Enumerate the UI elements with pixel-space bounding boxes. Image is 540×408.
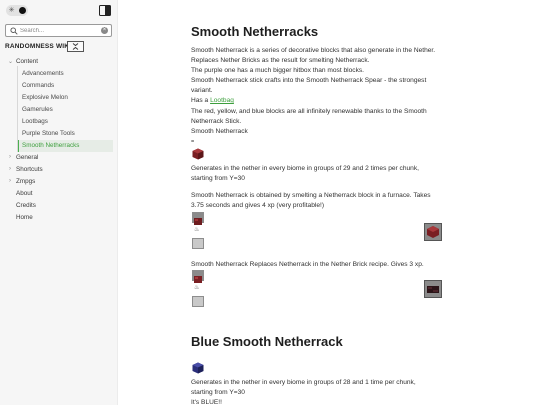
theme-toggle[interactable]: ✳ (6, 5, 28, 16)
input-slot (192, 212, 204, 225)
input-slot-2 (192, 270, 204, 283)
smooth-netherrack-block-image (192, 148, 204, 160)
generation-line-1: Generates in the nether in every biome i… (191, 165, 419, 172)
nav-smooth-netherracks[interactable]: Smooth Netherracks (22, 142, 79, 149)
nav-shortcuts[interactable]: Shortcuts (16, 166, 43, 173)
clear-icon[interactable]: × (101, 27, 108, 34)
sidebar: ✳ × RANDOMNESS WIKI ⌄ Content Advancemen… (0, 0, 118, 405)
intro-line-5: variant. (191, 87, 213, 94)
nav-commands[interactable]: Commands (22, 82, 54, 89)
search-icon (10, 27, 18, 35)
nav-advancements[interactable]: Advancements (22, 70, 64, 77)
nav-general[interactable]: General (16, 154, 38, 161)
section-title-blue: Blue Smooth Netherrack (191, 334, 343, 349)
collapse-icon (72, 43, 79, 50)
lootbag-link[interactable]: Lootbag (210, 97, 234, 104)
intro-line-3: The purple one has a much bigger hitbox … (191, 67, 365, 74)
nav-about[interactable]: About (16, 190, 32, 197)
output-slot-2 (424, 280, 442, 298)
flame-icon: ♨ (194, 227, 200, 233)
chevron-right-icon[interactable]: › (9, 178, 11, 184)
intro-line-4: Smooth Netherrack stick crafts into the … (191, 77, 427, 84)
obtained-line-1: Smooth Netherrack is obtained by smeltin… (191, 192, 431, 199)
replaces-line: Smooth Netherrack Replaces Netherrack in… (191, 261, 424, 268)
nav-home[interactable]: Home (16, 214, 33, 221)
block-name: Smooth Netherrack (191, 128, 248, 135)
nav-purple-stone-tools[interactable]: Purple Stone Tools (22, 130, 75, 137)
intro-line-1: Smooth Netherrack is a series of decorat… (191, 47, 436, 54)
active-indicator (18, 140, 19, 152)
layout-icon[interactable] (99, 5, 111, 16)
nav-explosive-melon[interactable]: Explosive Melon (22, 94, 68, 101)
fuel-slot-2 (192, 296, 204, 307)
nav-lootbags[interactable]: Lootbags (22, 118, 48, 125)
blue-generation-line-2: starting from Y=30 (191, 389, 245, 396)
search-input[interactable] (20, 25, 100, 36)
lootbag-line: Has a Lootbag (191, 96, 234, 106)
smooth-netherrack-input-image (194, 276, 202, 283)
fuel-slot (192, 238, 204, 249)
nav-content[interactable]: Content (16, 58, 38, 65)
flame-icon: ♨ (194, 285, 200, 291)
chevron-down-icon[interactable]: ⌄ (8, 58, 13, 65)
chevron-right-icon[interactable]: › (9, 166, 11, 172)
smooth-netherrack-output-image (427, 226, 439, 238)
netherrack-block-image (194, 218, 202, 225)
blue-note: It's BLUE!! (191, 399, 222, 406)
output-slot (424, 223, 442, 241)
chevron-right-icon[interactable]: › (9, 154, 11, 160)
moon-knob (19, 7, 26, 14)
nav-credits[interactable]: Credits (16, 202, 36, 209)
blue-generation-line-1: Generates in the nether in every biome i… (191, 379, 416, 386)
page-title: Smooth Netherracks (191, 24, 319, 39)
nav-gamerules[interactable]: Gamerules (22, 106, 53, 113)
search-box[interactable]: × (5, 24, 112, 37)
nether-brick-output-image (427, 286, 439, 293)
obtained-line-2: 3.75 seconds and gives 4 xp (very profit… (191, 202, 325, 209)
renewable-line-1: The red, yellow, and blue blocks are all… (191, 108, 427, 115)
renewable-line-2: Netherrack Stick. (191, 118, 242, 125)
nav-zmpgs[interactable]: Zmpgs (16, 178, 35, 185)
generation-line-2: starting from Y=30 (191, 175, 245, 182)
collapse-button[interactable] (67, 41, 84, 52)
blue-smooth-netherrack-block-image (192, 362, 204, 374)
intro-line-2: Replaces Nether Bricks as the result for… (191, 57, 370, 64)
site-title[interactable]: RANDOMNESS WIKI (5, 43, 71, 50)
sun-icon: ✳ (8, 7, 15, 14)
equals-sign: = (191, 139, 195, 145)
has-a-text: Has a (191, 97, 211, 104)
